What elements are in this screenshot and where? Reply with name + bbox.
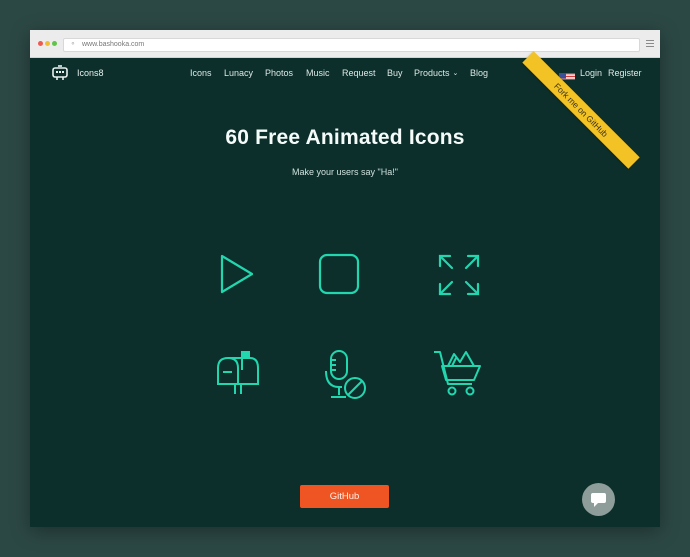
shopping-cart-icon[interactable] — [432, 348, 484, 400]
nav-link-buy[interactable]: Buy — [387, 68, 403, 78]
play-icon[interactable] — [215, 252, 255, 296]
browser-chrome: ⚬ www.bashooka.com — [30, 30, 660, 58]
nav-link-products[interactable]: Products ⌄ — [414, 68, 458, 78]
page-title: 60 Free Animated Icons — [225, 126, 465, 149]
nav-link-music[interactable]: Music — [306, 68, 330, 78]
nav-link-request[interactable]: Request — [342, 68, 376, 78]
nav-link-photos[interactable]: Photos — [265, 68, 293, 78]
page-info-icon: ⚬ — [70, 41, 76, 48]
address-bar[interactable]: ⚬ www.bashooka.com — [63, 38, 640, 52]
mailbox-icon[interactable] — [214, 350, 262, 396]
browser-menu-icon[interactable] — [646, 38, 654, 49]
icons8-logo-icon[interactable] — [52, 65, 68, 86]
chat-bubble-icon — [591, 493, 606, 507]
close-window-button[interactable] — [38, 41, 43, 46]
brand-name[interactable]: Icons8 — [77, 68, 104, 78]
expand-icon[interactable] — [438, 254, 480, 296]
chat-button[interactable] — [582, 483, 615, 516]
chevron-down-icon: ⌄ — [452, 70, 459, 77]
nav-link-blog[interactable]: Blog — [470, 68, 488, 78]
nav-link-lunacy[interactable]: Lunacy — [224, 68, 253, 78]
nav-link-products-label: Products — [414, 68, 450, 78]
nav-link-icons[interactable]: Icons — [190, 68, 212, 78]
login-link[interactable]: Login — [580, 68, 602, 78]
github-button[interactable]: GitHub — [300, 485, 389, 508]
minimize-window-button[interactable] — [45, 41, 50, 46]
microphone-off-icon[interactable] — [322, 349, 370, 401]
zoom-window-button[interactable] — [52, 41, 57, 46]
register-link[interactable]: Register — [608, 68, 642, 78]
stop-icon[interactable] — [317, 252, 361, 296]
page-subtitle: Make your users say "Ha!" — [292, 167, 398, 177]
browser-window: ⚬ www.bashooka.com Icons8 Icons Lunacy P… — [30, 30, 660, 527]
address-url: www.bashooka.com — [82, 41, 145, 48]
